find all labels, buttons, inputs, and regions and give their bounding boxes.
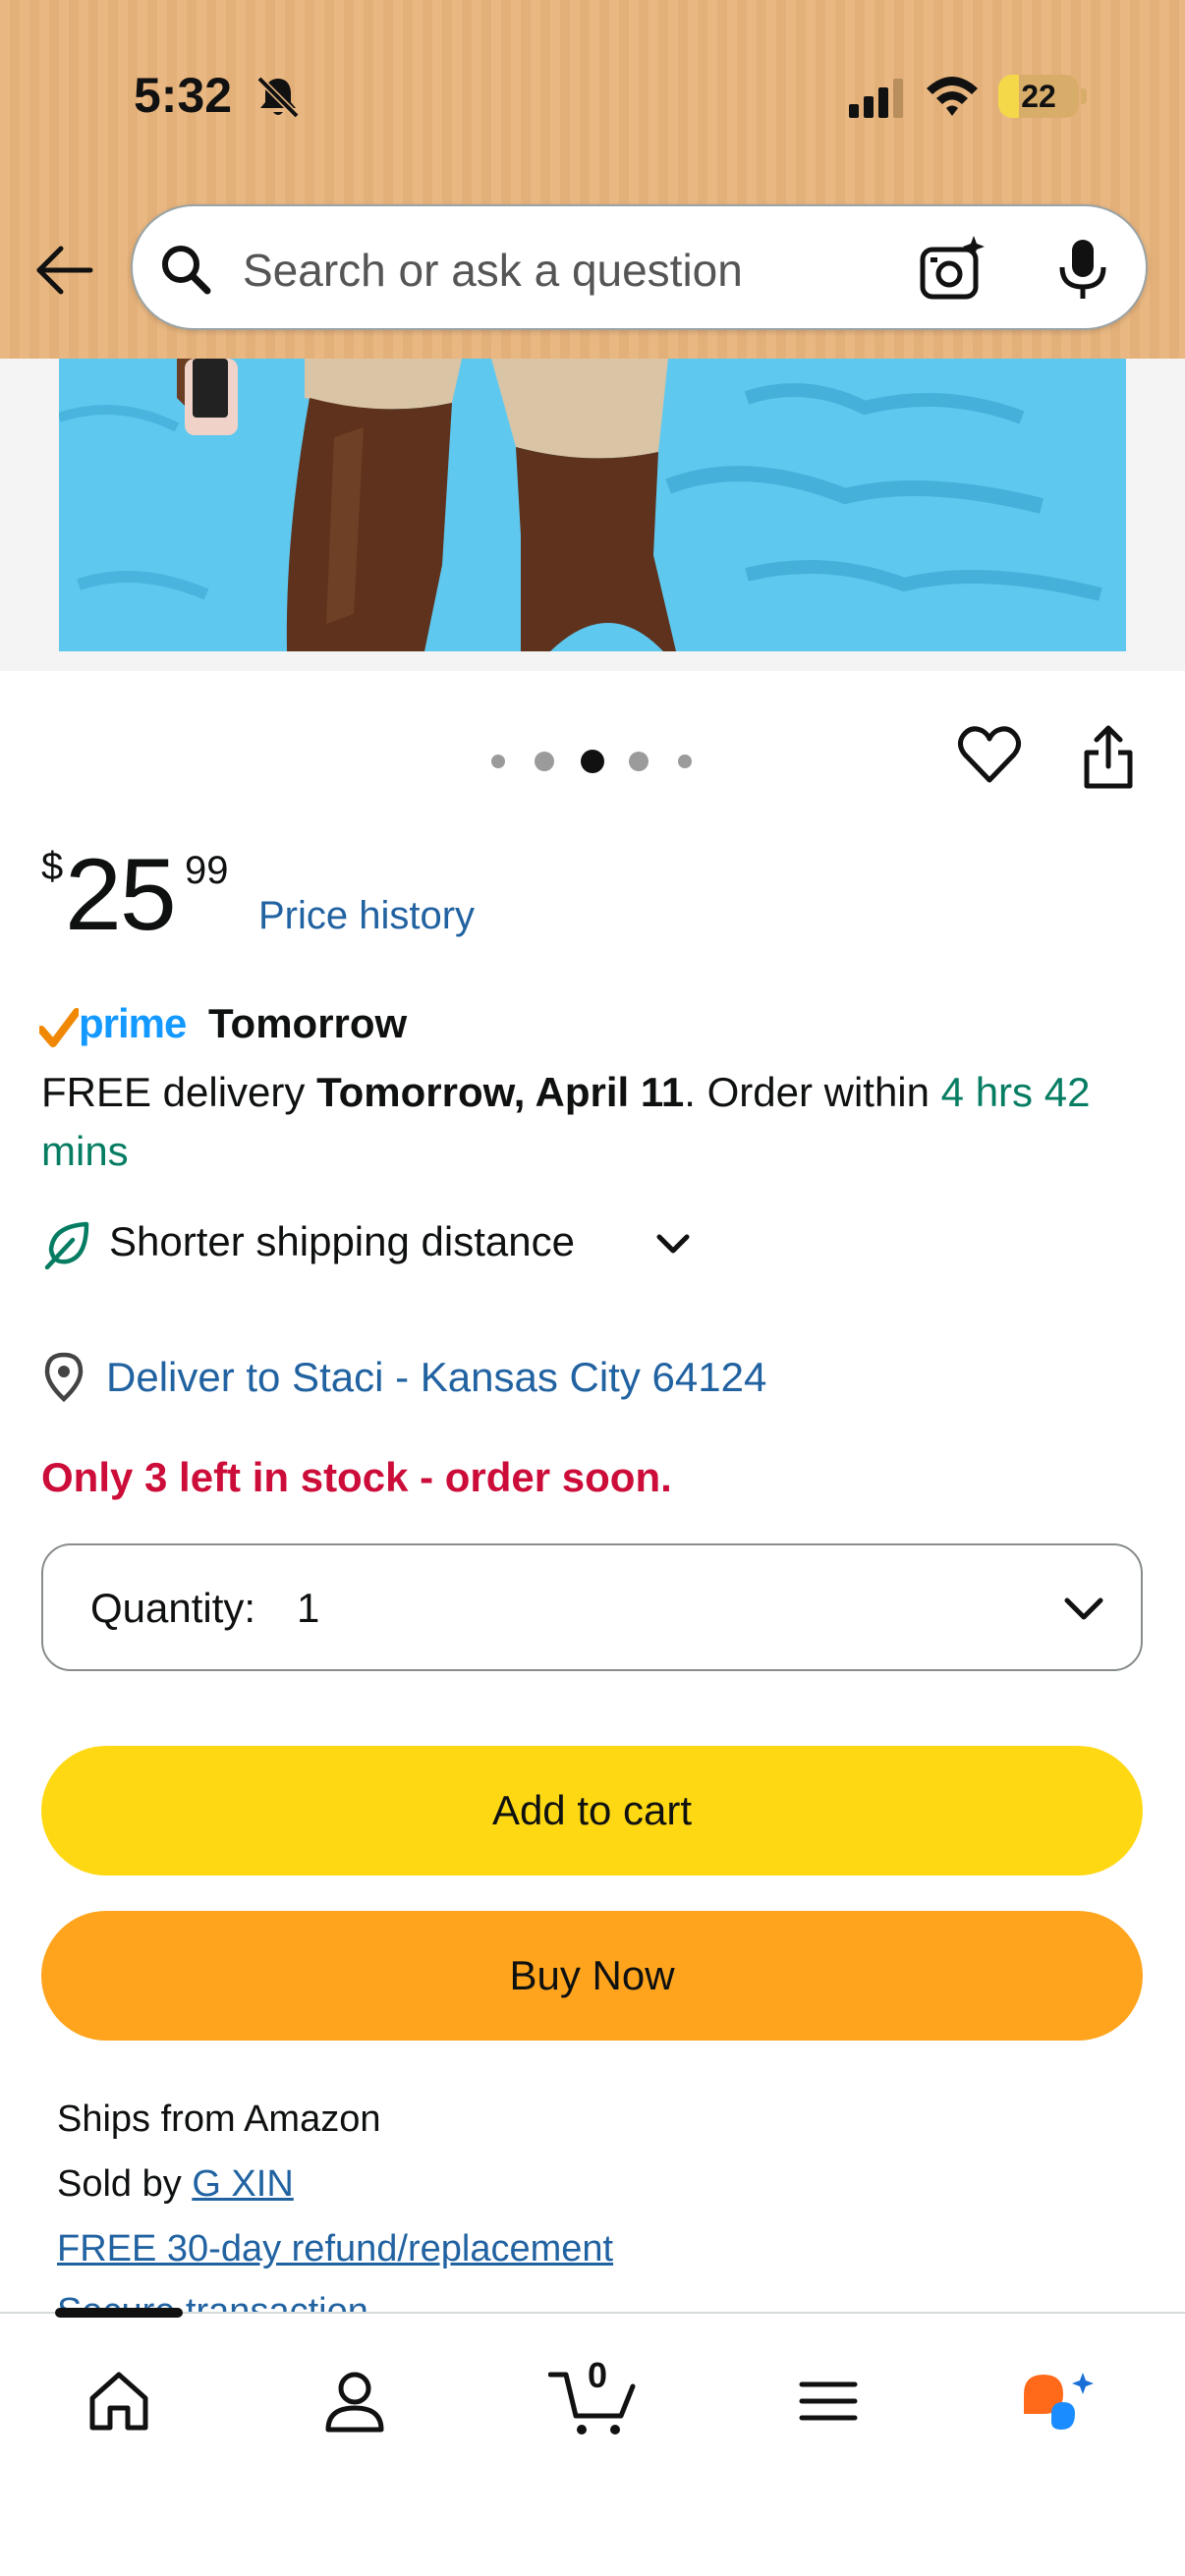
bell-muted-icon	[256, 76, 300, 119]
battery-level: 22	[1021, 79, 1056, 114]
price-history-link[interactable]: Price history	[258, 894, 475, 938]
location-pin-icon	[44, 1352, 84, 1403]
status-time: 5:32	[134, 68, 233, 123]
search-icon	[162, 246, 211, 295]
prime-check-icon	[39, 1008, 79, 1047]
back-arrow-icon[interactable]	[33, 240, 94, 301]
quantity-selector[interactable]: Quantity: 1	[41, 1543, 1143, 1671]
sold-by-label: Sold by G XIN	[57, 2163, 294, 2206]
battery-indicator: 22	[998, 75, 1079, 118]
delivery-middle: . Order within	[684, 1069, 941, 1115]
prime-logo: prime	[79, 1000, 187, 1046]
share-icon[interactable]	[1079, 723, 1138, 792]
stock-warning: Only 3 left in stock - order soon.	[41, 1454, 672, 1500]
app-header: 5:32 22 Search or ask a question	[0, 0, 1185, 359]
carousel-dot[interactable]	[491, 755, 505, 768]
ships-from-label: Ships from Amazon	[57, 2099, 381, 2140]
microphone-icon[interactable]	[1054, 236, 1111, 303]
cart-count: 0	[588, 2355, 608, 2395]
chevron-down-icon[interactable]	[652, 1224, 694, 1265]
chevron-down-icon	[1064, 1597, 1103, 1620]
bottom-navigation: 0	[0, 2308, 1185, 2576]
account-icon[interactable]	[318, 2365, 391, 2437]
rufus-ai-icon[interactable]	[1018, 2365, 1100, 2437]
seller-link[interactable]: G XIN	[192, 2163, 293, 2205]
deliver-to-link[interactable]: Deliver to Staci - Kansas City 64124	[106, 1354, 766, 1401]
carousel-dot-active[interactable]	[581, 750, 604, 773]
carousel-indicator	[485, 745, 711, 774]
sold-by-prefix: Sold by	[57, 2163, 193, 2205]
delivery-prefix: FREE delivery	[41, 1069, 317, 1115]
price-whole: 25	[65, 838, 177, 952]
menu-icon[interactable]	[792, 2365, 865, 2437]
buy-now-button[interactable]: Buy Now	[41, 1911, 1143, 2041]
home-icon[interactable]	[83, 2365, 155, 2437]
battery-tip	[1081, 88, 1087, 104]
product-image-carousel[interactable]	[0, 359, 1185, 671]
leaf-icon	[44, 1221, 89, 1269]
cellular-signal-icon	[849, 79, 903, 118]
carousel-dot[interactable]	[535, 752, 554, 771]
price-currency: $	[41, 845, 64, 888]
wifi-icon	[927, 77, 978, 116]
scroll-indicator	[55, 2308, 183, 2318]
carousel-dot[interactable]	[629, 752, 649, 771]
delivery-date: Tomorrow, April 11	[316, 1069, 685, 1115]
carousel-dot[interactable]	[678, 755, 692, 768]
price-fraction: 99	[185, 849, 229, 892]
search-bar[interactable]: Search or ask a question	[131, 204, 1148, 330]
refund-policy-link[interactable]: FREE 30-day refund/replacement	[57, 2228, 613, 2270]
quantity-label: Quantity:	[90, 1585, 256, 1631]
heart-icon[interactable]	[957, 723, 1022, 788]
add-to-cart-button[interactable]: Add to cart	[41, 1746, 1143, 1876]
prime-delivery-day: Tomorrow	[208, 1000, 408, 1046]
search-input[interactable]: Search or ask a question	[243, 244, 743, 297]
product-photo	[59, 359, 1126, 651]
camera-lens-icon[interactable]	[919, 236, 986, 303]
quantity-value: 1	[297, 1585, 320, 1631]
delivery-info: FREE delivery Tomorrow, April 11. Order …	[41, 1063, 1152, 1181]
shorter-shipping-label[interactable]: Shorter shipping distance	[109, 1218, 575, 1265]
